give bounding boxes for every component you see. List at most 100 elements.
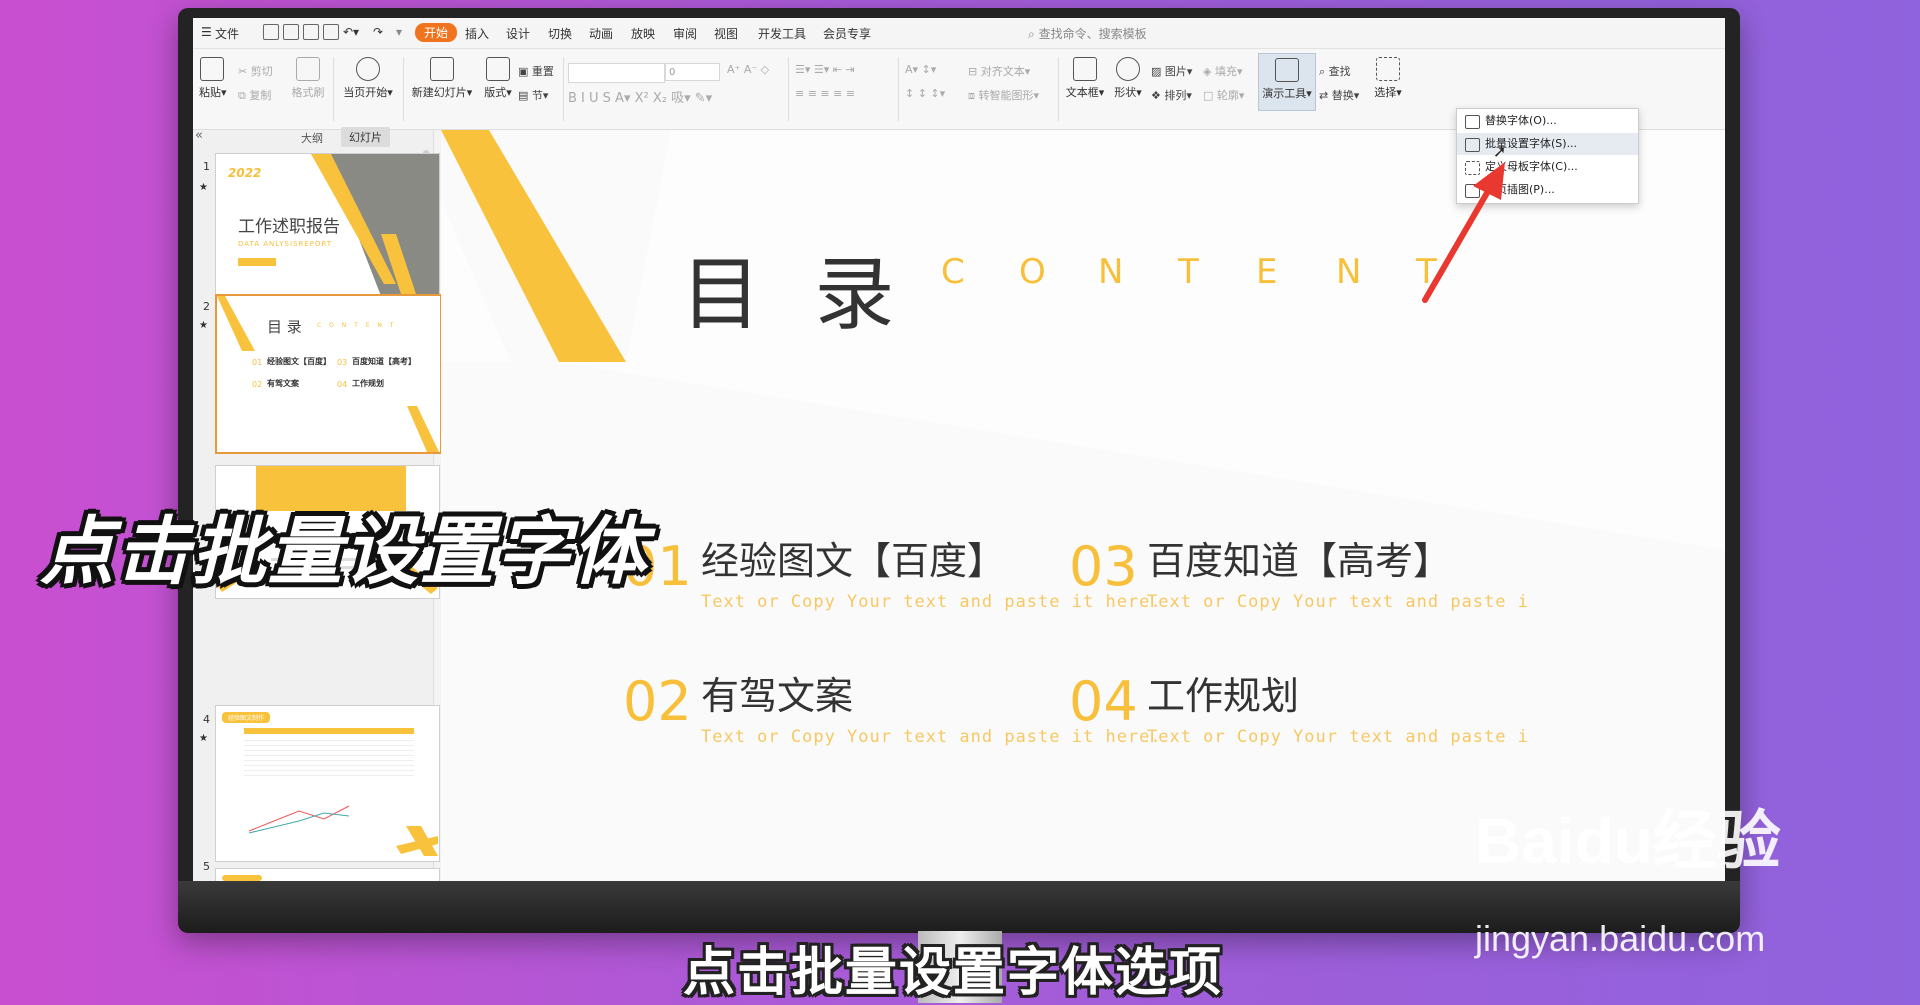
app-window: ☰ 文件 ↶▾ ↷ ▾ 开始 插入 设计 切换 动画 放映 审阅 视图 开发工具… <box>193 18 1725 881</box>
align-icons[interactable]: ≡ ≡ ≡ ≡ ≡ <box>795 87 855 100</box>
tab-insert[interactable]: 插入 <box>465 25 489 42</box>
font-size-select[interactable]: 0 <box>665 63 720 81</box>
outline-button[interactable]: □ 轮廓▾ <box>1203 87 1244 103</box>
shape-button[interactable]: 形状▾ <box>1113 57 1143 100</box>
tab-home[interactable]: 开始 <box>415 23 458 42</box>
slide-subtitle: C O N T E N T <box>941 252 1725 302</box>
format-painter-button[interactable]: 格式刷 <box>288 57 328 100</box>
align-text-button[interactable]: ⊟ 对齐文本▾ <box>968 63 1030 79</box>
list-icons[interactable]: ☰▾ ☰▾ ⇤ ⇥ <box>795 63 855 76</box>
layout-label: 版式 <box>484 86 507 99</box>
item-number: 04 <box>1069 670 1138 733</box>
export-icon[interactable] <box>283 24 299 40</box>
new-slide-label: 新建幻灯片 <box>411 86 467 99</box>
animation-star-icon: ★ <box>199 182 208 193</box>
tab-outline[interactable]: 大纲 <box>301 130 323 146</box>
subtitle-letter: E <box>1256 252 1278 292</box>
line-spacing-icon[interactable]: ↕ ↕ ↕▾ <box>905 87 945 100</box>
tab-view[interactable]: 视图 <box>714 25 738 42</box>
layout-icon <box>486 57 510 81</box>
menu-item-replace-font[interactable]: 替换字体(O)... <box>1457 110 1638 132</box>
slide2-num: 04 <box>337 380 348 389</box>
arrange-button[interactable]: ❖ 排列▾ <box>1151 87 1192 103</box>
save-icon[interactable] <box>263 24 279 40</box>
print-icon[interactable] <box>303 24 319 40</box>
tab-slideshow[interactable]: 放映 <box>631 25 655 42</box>
slide2-title: 目 录 <box>267 318 302 336</box>
slide-thumbnail-1[interactable]: 2022 工作述职报告 DATA ANLYSISREPORT <box>215 153 440 310</box>
smart-art-button[interactable]: ⧈ 转智能图形▾ <box>968 87 1039 103</box>
slide1-title: 工作述职报告 <box>238 217 340 237</box>
divider <box>333 57 334 121</box>
copy-button[interactable]: ⧉ 复制 <box>238 87 271 103</box>
text-direction-icon[interactable]: A▾ ↕▾ <box>905 63 936 76</box>
picture-button[interactable]: ▨ 图片▾ <box>1151 63 1192 79</box>
animation-star-icon: ★ <box>199 733 208 744</box>
hamburger-icon[interactable]: ☰ <box>201 25 212 39</box>
select-button[interactable]: 选择▾ <box>1371 57 1405 100</box>
presentation-tools-icon <box>1275 58 1299 82</box>
red-arrow-annotation <box>1422 162 1505 303</box>
slide-number: 5 <box>203 860 210 873</box>
paste-label: 粘贴 <box>199 86 221 99</box>
item-title: 工作规划 <box>1147 674 1300 718</box>
preview-icon[interactable] <box>323 24 339 40</box>
undo-icon[interactable]: ↶▾ <box>343 25 359 39</box>
font-grow-icon[interactable]: A⁺ A⁻ ◇ <box>727 63 769 76</box>
tab-animation[interactable]: 动画 <box>589 25 613 42</box>
new-slide-button[interactable]: 新建幻灯片▾ <box>411 57 473 100</box>
subtitle-letter: N <box>1336 252 1362 292</box>
video-subtitle: 点击批量设置字体选项 <box>683 943 1224 1003</box>
tab-slides[interactable]: 幻灯片 <box>341 127 390 147</box>
command-search[interactable]: ⌕ 查找命令、搜索模板 <box>1028 25 1147 42</box>
cut-button[interactable]: ✂ 剪切 <box>238 63 273 79</box>
tab-member[interactable]: 会员专享 <box>823 25 871 42</box>
quick-access-more-icon[interactable]: ▾ <box>396 25 402 39</box>
tab-review[interactable]: 审阅 <box>673 25 697 42</box>
find-button[interactable]: ⌕ 查找 <box>1319 63 1351 79</box>
tab-developer[interactable]: 开发工具 <box>758 25 806 42</box>
slide1-subtitle: DATA ANLYSISREPORT <box>238 240 333 248</box>
tab-transitions[interactable]: 切换 <box>548 25 572 42</box>
font-family-select[interactable] <box>568 63 665 83</box>
slide-title: 目 录 <box>681 248 909 341</box>
slide-number: 2 <box>203 300 210 313</box>
baidu-watermark-url: jingyan.baidu.com <box>1475 918 1766 959</box>
item-title: 经验图文【百度】 <box>701 539 1006 583</box>
text-format-icons[interactable]: B I U S A▾ X² X₂ 吸▾ ✎▾ <box>568 87 712 106</box>
select-label: 选择 <box>1374 86 1397 99</box>
tab-design[interactable]: 设计 <box>506 25 530 42</box>
reset-label: 重置 <box>531 65 554 78</box>
item-number: 03 <box>1069 535 1138 598</box>
text-box-button[interactable]: 文本框▾ <box>1065 57 1105 100</box>
presentation-tools-label: 演示工具 <box>1262 87 1307 100</box>
redo-icon[interactable]: ↷ <box>373 25 383 39</box>
presentation-tools-button[interactable]: 演示工具▾ <box>1258 53 1316 111</box>
reset-button[interactable]: ▣ 重置 <box>518 63 554 79</box>
section-button[interactable]: ▤ 节▾ <box>518 87 548 103</box>
play-from-current-button[interactable]: 当页开始▾ <box>343 57 393 100</box>
subtitle-letter: O <box>1019 252 1046 292</box>
slide2-subtitle: C O N T E N T <box>317 322 397 329</box>
caption-overlay: 点击批量设置字体 <box>40 509 648 595</box>
item-text: Text or Copy Your text and paste i <box>1147 592 1529 612</box>
menu-item-batch-set-font[interactable]: 批量设置字体(S)... <box>1457 133 1638 155</box>
play-label: 当页开始 <box>343 86 388 99</box>
slide-thumbnail-2[interactable]: 目 录 C O N T E N T 01 经验图文【百度】 03 百度知道【高考… <box>215 294 442 454</box>
slide-thumbnail-5[interactable] <box>215 868 440 881</box>
collapse-panel-icon[interactable]: « <box>195 128 203 143</box>
layout-button[interactable]: 版式▾ <box>483 57 513 100</box>
replace-label: 替换 <box>1331 89 1354 102</box>
menu-file[interactable]: 文件 <box>215 25 239 42</box>
fill-button[interactable]: ◈ 填充▾ <box>1203 63 1243 79</box>
slide-thumbnail-4[interactable]: 经验图文制作 <box>215 705 440 862</box>
search-icon: ⌕ <box>1028 27 1035 41</box>
slide5-tag <box>222 875 262 881</box>
slide-number: 4 <box>203 713 210 726</box>
shape-label: 形状 <box>1114 86 1137 99</box>
replace-font-icon <box>1465 115 1480 129</box>
fill-label: 填充 <box>1214 65 1237 78</box>
replace-button[interactable]: ⇄ 替换▾ <box>1319 87 1359 103</box>
paste-button[interactable]: 粘贴▾ <box>199 57 227 100</box>
cut-label: 剪切 <box>250 65 273 78</box>
